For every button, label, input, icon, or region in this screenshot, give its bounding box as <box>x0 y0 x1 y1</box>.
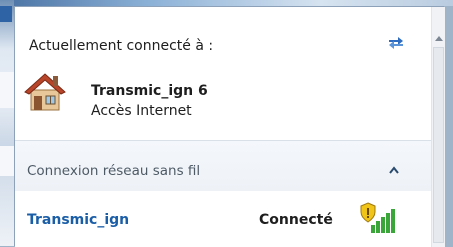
connected-network-access: Accès Internet <box>91 103 192 119</box>
connected-network-name: Transmic_ign 6 <box>91 83 208 99</box>
chevron-up-icon <box>389 159 399 178</box>
house-icon <box>23 70 67 112</box>
wireless-network-item[interactable]: Transmic_ign Connecté <box>15 191 431 247</box>
vertical-scrollbar[interactable] <box>431 7 445 247</box>
desktop-background <box>0 0 15 246</box>
scroll-thumb[interactable] <box>433 47 444 243</box>
background-element <box>0 6 12 22</box>
background-element <box>0 146 15 176</box>
wifi-signal-shield-icon <box>359 201 399 237</box>
scroll-up-arrow-icon <box>434 26 443 45</box>
background-element <box>0 72 15 108</box>
wireless-network-name[interactable]: Transmic_ign <box>27 212 129 228</box>
network-flyout: Actuellement connecté à : Transmic_ign 6… <box>14 6 445 247</box>
refresh-arrows-icon[interactable] <box>385 31 407 53</box>
wireless-section-header[interactable]: Connexion réseau sans fil <box>15 141 431 191</box>
wireless-section-label: Connexion réseau sans fil <box>27 163 201 179</box>
current-connection-section: Actuellement connecté à : Transmic_ign 6… <box>15 7 431 140</box>
collapse-button[interactable] <box>385 159 403 177</box>
current-connection-title: Actuellement connecté à : <box>29 38 214 54</box>
scroll-up-button[interactable] <box>432 27 445 43</box>
wireless-network-status: Connecté <box>259 212 333 228</box>
